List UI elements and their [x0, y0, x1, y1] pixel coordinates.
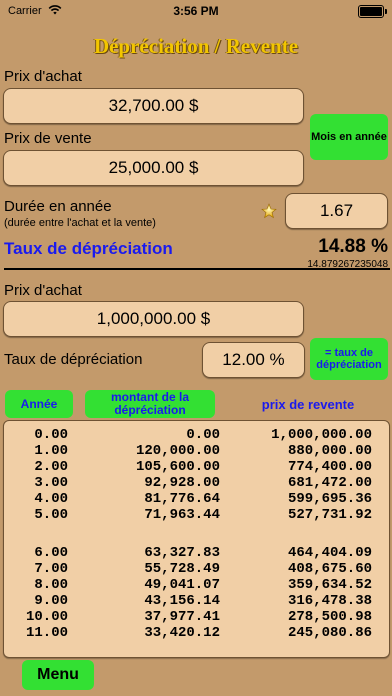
amount-cell: 37,977.41 [144, 609, 220, 625]
year-cell: 6.00 [34, 545, 68, 561]
depreciation-rate-field[interactable]: 12.00 % [202, 342, 305, 378]
amount-cell: 0.00 [186, 427, 220, 443]
table-row: 3.00 92,928.00 681,472.00 [4, 475, 389, 491]
depreciation-rate-value: 14.88 % [318, 236, 388, 257]
table-row: 1.00 120,000.00 880,000.00 [4, 443, 389, 459]
resale-cell: 1,000,000.00 [271, 427, 372, 443]
table-row: 10.00 37,977.41 278,500.98 [4, 609, 389, 625]
year-cell: 5.00 [34, 507, 68, 523]
amount-cell: 49,041.07 [144, 577, 220, 593]
table-row: 7.00 55,728.49 408,675.60 [4, 561, 389, 577]
app-title: Dépréciation / Revente [93, 34, 299, 58]
table-row: 11.00 33,420.12 245,080.86 [4, 625, 389, 641]
duration-field[interactable]: 1.67 [285, 193, 388, 229]
purchase-price-label-2: Prix d'achat [4, 282, 82, 299]
results-table[interactable]: 0.00 0.00 1,000,000.00 1.00 120,000.00 880,0… [3, 420, 390, 658]
resale-cell: 774,400.00 [287, 459, 372, 475]
resale-price-column-label: prix de revente [261, 397, 355, 412]
amount-cell: 33,420.12 [144, 625, 220, 641]
resale-cell: 316,478.38 [287, 593, 372, 609]
table-row: 8.00 49,041.07 359,634.52 [4, 577, 389, 593]
menu-button[interactable]: Menu [22, 660, 94, 690]
purchase-price-field-2[interactable]: 1,000,000.00 $ [3, 301, 304, 337]
year-cell: 3.00 [34, 475, 68, 491]
star-icon[interactable] [261, 203, 277, 219]
amount-cell: 105,600.00 [135, 459, 220, 475]
year-cell: 10.00 [25, 609, 68, 625]
duration-sublabel: (durée entre l'achat et la vente) [4, 217, 156, 229]
resale-cell: 245,080.86 [287, 625, 372, 641]
amount-cell: 81,776.64 [144, 491, 220, 507]
table-row: 9.00 43,156.14 316,478.38 [4, 593, 389, 609]
year-cell: 0.00 [34, 427, 68, 443]
clock: 3:56 PM [173, 4, 219, 18]
status-bar: Carrier 3:56 PM [0, 0, 392, 22]
resale-cell: 359,634.52 [287, 577, 372, 593]
resale-cell: 464,404.09 [287, 545, 372, 561]
year-cell: 1.00 [34, 443, 68, 459]
resale-cell: 599,695.36 [287, 491, 372, 507]
section-divider [4, 268, 390, 270]
amount-cell: 63,327.83 [144, 545, 220, 561]
year-cell: 11.00 [25, 625, 68, 641]
table-row: 5.00 71,963.44 527,731.92 [4, 507, 389, 523]
table-row: 6.00 63,327.83 464,404.09 [4, 545, 389, 561]
battery-icon [358, 5, 387, 18]
resale-cell: 527,731.92 [287, 507, 372, 523]
equals-rate-button[interactable]: = taux de dépréciation [310, 338, 388, 380]
amount-cell: 92,928.00 [144, 475, 220, 491]
depreciation-amount-column-button[interactable]: montant de la dépréciation [85, 390, 215, 418]
resale-cell: 880,000.00 [287, 443, 372, 459]
table-row: 0.00 0.00 1,000,000.00 [4, 427, 389, 443]
resale-cell: 408,675.60 [287, 561, 372, 577]
resale-cell: 278,500.98 [287, 609, 372, 625]
year-cell: 8.00 [34, 577, 68, 593]
depreciation-rate-label: Taux de dépréciation [4, 239, 173, 258]
duration-label: Durée en année [4, 198, 112, 215]
year-cell: 4.00 [34, 491, 68, 507]
table-row: 4.00 81,776.64 599,695.36 [4, 491, 389, 507]
sale-price-label: Prix de vente [4, 130, 92, 147]
amount-cell: 43,156.14 [144, 593, 220, 609]
year-column-button[interactable]: Année [5, 390, 73, 418]
sale-price-field[interactable]: 25,000.00 $ [3, 150, 304, 186]
year-cell: 2.00 [34, 459, 68, 475]
purchase-price-label: Prix d'achat [4, 68, 82, 85]
purchase-price-field[interactable]: 32,700.00 $ [3, 88, 304, 124]
resale-cell: 681,472.00 [287, 475, 372, 491]
table-row: 2.00 105,600.00 774,400.00 [4, 459, 389, 475]
year-cell: 9.00 [34, 593, 68, 609]
amount-cell: 71,963.44 [144, 507, 220, 523]
amount-cell: 55,728.49 [144, 561, 220, 577]
year-cell: 7.00 [34, 561, 68, 577]
months-in-year-button[interactable]: Mois en année [310, 114, 388, 160]
amount-cell: 120,000.00 [135, 443, 220, 459]
depreciation-rate-label-2: Taux de dépréciation [4, 351, 143, 368]
